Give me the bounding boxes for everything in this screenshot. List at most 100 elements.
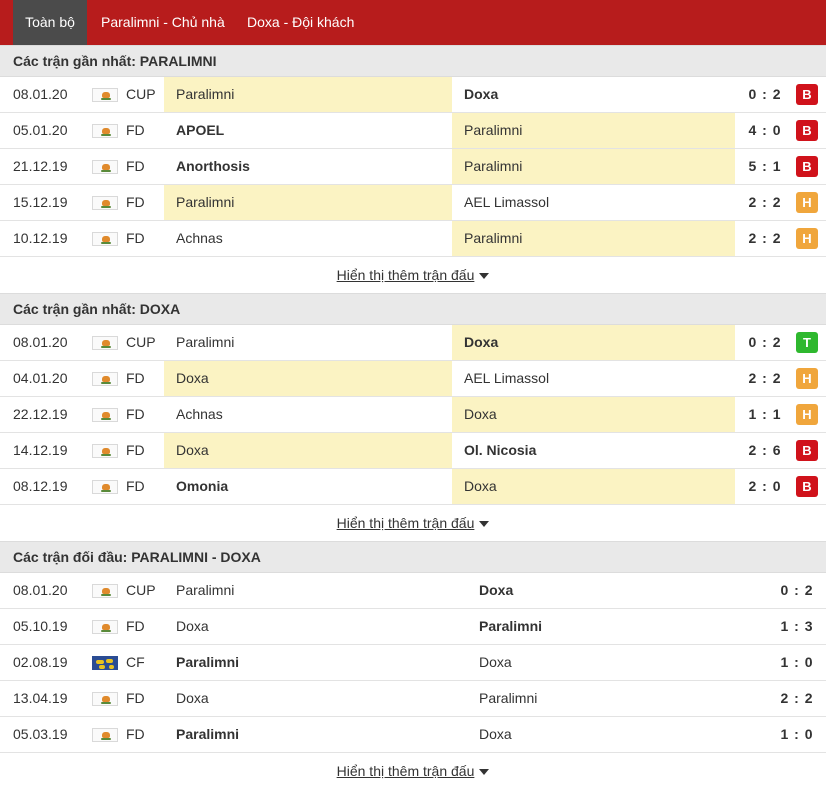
cyprus-flag-icon: [92, 336, 118, 350]
match-date: 08.12.19: [13, 478, 68, 494]
away-team[interactable]: Doxa: [467, 573, 767, 608]
match-row[interactable]: 15.12.19 FD Paralimni AEL Limassol 2 : 2H: [0, 185, 826, 221]
home-team[interactable]: Paralimni: [164, 573, 464, 608]
competition-code: CUP: [126, 582, 156, 598]
section-header-h2h: Các trận đối đầu: PARALIMNI - DOXA: [0, 541, 826, 573]
away-team[interactable]: Doxa: [467, 717, 767, 752]
match-score[interactable]: 0 : 2: [735, 325, 795, 360]
home-team[interactable]: Omonia: [164, 469, 452, 504]
competition-code: FD: [126, 158, 145, 174]
match-row[interactable]: 05.01.20 FD APOEL Paralimni 4 : 0B: [0, 113, 826, 149]
tab-home-team[interactable]: Paralimni - Chủ nhà: [101, 0, 225, 45]
home-team[interactable]: Doxa: [164, 681, 464, 716]
competition-code: FD: [126, 618, 145, 634]
match-row[interactable]: 08.01.20 CUP Paralimni Doxa 0 : 2T: [0, 325, 826, 361]
match-date: 04.01.20: [13, 370, 68, 386]
match-row[interactable]: 05.03.19 FD Paralimni Doxa 1 : 0: [0, 717, 826, 753]
cyprus-flag-icon: [92, 728, 118, 742]
away-team[interactable]: Paralimni: [452, 149, 735, 184]
competition-code: FD: [126, 442, 145, 458]
competition-code: CUP: [126, 86, 156, 102]
match-score[interactable]: 4 : 0: [735, 113, 795, 148]
away-team[interactable]: Doxa: [452, 469, 735, 504]
match-score[interactable]: 2 : 6: [735, 433, 795, 468]
match-date: 21.12.19: [13, 158, 68, 174]
away-team[interactable]: Doxa: [467, 645, 767, 680]
home-team[interactable]: Anorthosis: [164, 149, 452, 184]
cyprus-flag-icon: [92, 232, 118, 246]
world-flag-icon: [92, 656, 118, 670]
match-score[interactable]: 0 : 2: [768, 573, 826, 608]
match-row[interactable]: 08.12.19 FD Omonia Doxa 2 : 0B: [0, 469, 826, 505]
match-row[interactable]: 05.10.19 FD Doxa Paralimni 1 : 3: [0, 609, 826, 645]
home-team[interactable]: Paralimni: [164, 645, 464, 680]
section-header-paralimni: Các trận gần nhất: PARALIMNI: [0, 45, 826, 77]
match-date: 10.12.19: [13, 230, 68, 246]
match-score[interactable]: 0 : 2: [735, 77, 795, 112]
match-row[interactable]: 13.04.19 FD Doxa Paralimni 2 : 2: [0, 681, 826, 717]
result-badge: H: [796, 404, 818, 425]
caret-down-icon[interactable]: [479, 273, 490, 280]
home-team[interactable]: Paralimni: [164, 325, 452, 360]
match-row[interactable]: 04.01.20 FD Doxa AEL Limassol 2 : 2H: [0, 361, 826, 397]
match-row[interactable]: 08.01.20 CUP Paralimni Doxa 0 : 2: [0, 573, 826, 609]
away-team[interactable]: AEL Limassol: [452, 185, 735, 220]
match-score[interactable]: 1 : 0: [768, 645, 826, 680]
home-team[interactable]: Doxa: [164, 433, 452, 468]
cyprus-flag-icon: [92, 620, 118, 634]
cyprus-flag-icon: [92, 160, 118, 174]
match-score[interactable]: 5 : 1: [735, 149, 795, 184]
show-more-doxa: Hiển thị thêm trận đấu: [0, 505, 826, 541]
away-team[interactable]: Paralimni: [467, 681, 767, 716]
home-team[interactable]: Achnas: [164, 397, 452, 432]
competition-code: FD: [126, 194, 145, 210]
cyprus-flag-icon: [92, 196, 118, 210]
away-team[interactable]: Paralimni: [452, 113, 735, 148]
cyprus-flag-icon: [92, 480, 118, 494]
match-score[interactable]: 2 : 2: [735, 185, 795, 220]
match-date: 08.01.20: [13, 334, 68, 350]
away-team[interactable]: AEL Limassol: [452, 361, 735, 396]
cyprus-flag-icon: [92, 124, 118, 138]
home-team[interactable]: APOEL: [164, 113, 452, 148]
competition-code: FD: [126, 122, 145, 138]
home-team[interactable]: Paralimni: [164, 185, 452, 220]
match-row[interactable]: 22.12.19 FD Achnas Doxa 1 : 1H: [0, 397, 826, 433]
caret-down-icon[interactable]: [479, 769, 490, 776]
home-team[interactable]: Paralimni: [164, 717, 464, 752]
tab-away-team[interactable]: Doxa - Đội khách: [247, 0, 354, 45]
match-score[interactable]: 2 : 0: [735, 469, 795, 504]
match-score[interactable]: 2 : 2: [735, 361, 795, 396]
home-team[interactable]: Achnas: [164, 221, 452, 256]
section-header-doxa: Các trận gần nhất: DOXA: [0, 293, 826, 325]
away-team[interactable]: Paralimni: [467, 609, 767, 644]
match-score[interactable]: 2 : 2: [735, 221, 795, 256]
match-row[interactable]: 08.01.20 CUP Paralimni Doxa 0 : 2B: [0, 77, 826, 113]
match-row[interactable]: 10.12.19 FD Achnas Paralimni 2 : 2H: [0, 221, 826, 257]
cyprus-flag-icon: [92, 444, 118, 458]
home-team[interactable]: Doxa: [164, 609, 464, 644]
tab-all[interactable]: Toàn bộ: [13, 0, 87, 45]
competition-code: FD: [126, 726, 145, 742]
show-more-link[interactable]: Hiển thị thêm trận đấu: [337, 763, 475, 779]
match-date: 14.12.19: [13, 442, 68, 458]
match-score[interactable]: 1 : 1: [735, 397, 795, 432]
away-team[interactable]: Doxa: [452, 397, 735, 432]
show-more-link[interactable]: Hiển thị thêm trận đấu: [337, 515, 475, 531]
away-team[interactable]: Ol. Nicosia: [452, 433, 735, 468]
match-score[interactable]: 1 : 0: [768, 717, 826, 752]
caret-down-icon[interactable]: [479, 521, 490, 528]
away-team[interactable]: Paralimni: [452, 221, 735, 256]
away-team[interactable]: Doxa: [452, 325, 735, 360]
competition-code: CUP: [126, 334, 156, 350]
show-more-link[interactable]: Hiển thị thêm trận đấu: [337, 267, 475, 283]
home-team[interactable]: Paralimni: [164, 77, 452, 112]
match-row[interactable]: 02.08.19 CF Paralimni Doxa 1 : 0: [0, 645, 826, 681]
match-date: 08.01.20: [13, 86, 68, 102]
home-team[interactable]: Doxa: [164, 361, 452, 396]
match-row[interactable]: 14.12.19 FD Doxa Ol. Nicosia 2 : 6B: [0, 433, 826, 469]
away-team[interactable]: Doxa: [452, 77, 735, 112]
match-score[interactable]: 1 : 3: [768, 609, 826, 644]
match-row[interactable]: 21.12.19 FD Anorthosis Paralimni 5 : 1B: [0, 149, 826, 185]
match-score[interactable]: 2 : 2: [768, 681, 826, 716]
